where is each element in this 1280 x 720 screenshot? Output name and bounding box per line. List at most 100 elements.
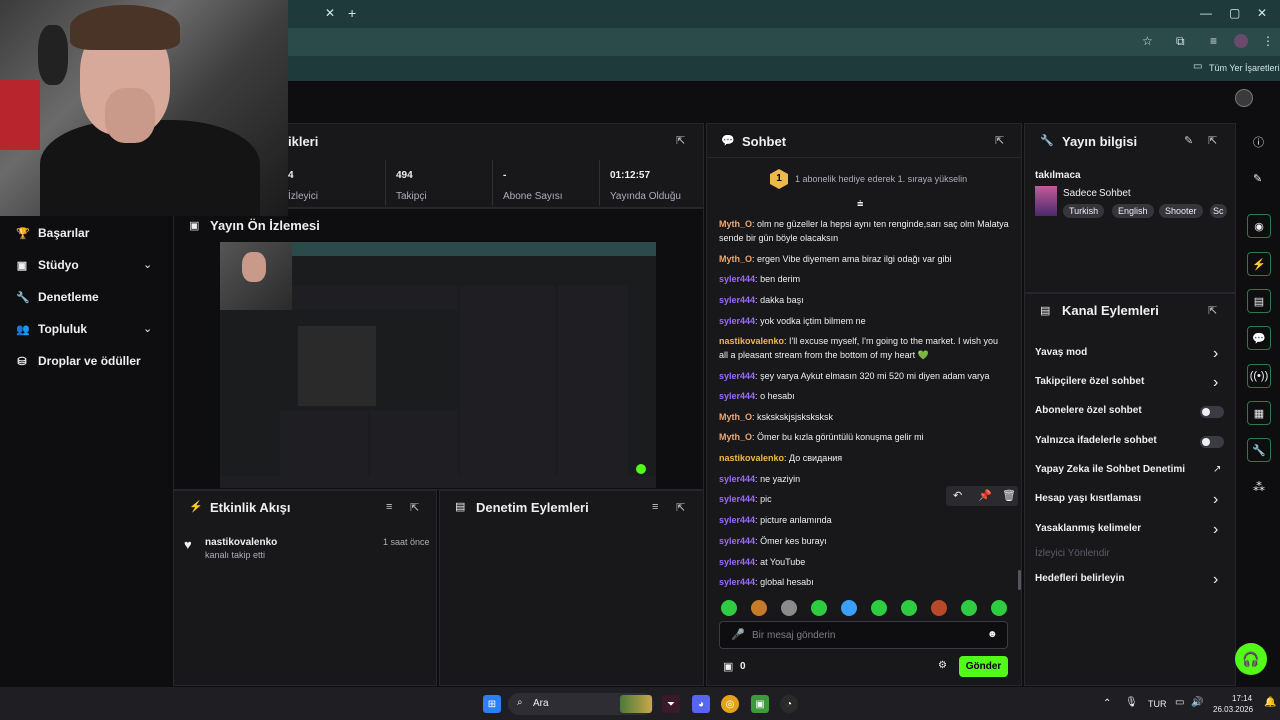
emote-icon[interactable] [991,600,1007,616]
chevron-right-icon[interactable]: › [1213,491,1218,509]
emoji-icon[interactable]: ☻ [987,629,998,640]
close-tab-icon[interactable]: ✕ [325,6,335,20]
chat-message[interactable]: syler444: o hesabı [719,389,1009,403]
channel-action-row[interactable]: Hedefleri belirleyin [1035,573,1225,584]
popout-icon[interactable]: ⇱ [676,501,685,514]
chat-message[interactable]: syler444: şey varya Aykut elmasın 320 mi… [719,369,1009,383]
channel-action-row[interactable]: Hesap yaşı kısıtlaması [1035,493,1225,504]
popout-icon[interactable]: ⇱ [1208,304,1217,317]
maximize-icon[interactable]: ▢ [1229,6,1240,20]
rail-camera-button[interactable]: ◉ [1247,214,1271,238]
popout-icon[interactable]: ⇱ [410,501,419,514]
chat-username[interactable]: syler444 [719,577,755,587]
rail-lightning-button[interactable]: ⚡ [1247,252,1271,276]
chat-scrollbar[interactable] [1018,570,1021,590]
activity-user[interactable]: nastikovalenko [205,537,277,548]
chat-username[interactable]: syler444 [719,557,755,567]
chat-username[interactable]: Myth_O [719,219,752,229]
chat-username[interactable]: Myth_O [719,254,752,264]
chat-message[interactable]: syler444: ben derim [719,272,1009,286]
chat-username[interactable]: syler444 [719,274,755,284]
emote-icon[interactable] [841,600,857,616]
chat-username[interactable]: nastikovalenko [719,453,784,463]
emote-icon[interactable] [901,600,917,616]
chat-message[interactable]: syler444: Ömer kes burayı [719,534,1009,548]
info-icon[interactable]: ⓘ [1253,134,1264,150]
chat-username[interactable]: syler444 [719,515,755,525]
microphone-icon[interactable]: 🎤 [731,628,745,641]
chevron-up-icon[interactable]: ⌃ [1103,698,1111,709]
channel-action-row[interactable]: Yalnızca ifadelerle sohbet [1035,435,1225,446]
toggle-switch[interactable] [1200,406,1224,418]
category-name[interactable]: Sohbet [1099,188,1131,199]
points-chest-icon[interactable]: ▣ [723,660,733,673]
chevron-down-icon[interactable]: ⌄ [143,258,152,271]
channel-action-row[interactable]: Yavaş mod [1035,347,1225,358]
chat-username[interactable]: syler444 [719,295,755,305]
menu-icon[interactable]: ⋮ [1262,34,1274,48]
volume-icon[interactable]: 🔊 [1191,697,1203,708]
chat-message[interactable]: Myth_O: kskskskjsjsksksksk [719,410,1009,424]
edit-icon[interactable]: ✎ [1184,134,1193,147]
new-tab-icon[interactable]: + [348,5,356,21]
microphone-icon[interactable]: 🎙 [1125,697,1138,708]
chat-username[interactable]: syler444 [719,536,755,546]
popout-icon[interactable]: ⇱ [995,134,1004,147]
chrome-icon[interactable]: ◎ [721,695,739,713]
nav-item-community[interactable]: 👥 Topluluk [16,322,87,336]
extensions-icon[interactable]: ⧉ [1176,34,1185,49]
chat-message[interactable]: syler444: dakka başı [719,293,1009,307]
chat-username[interactable]: syler444 [719,474,755,484]
pencil-icon[interactable]: ✎ [1253,172,1262,185]
chat-username[interactable]: syler444 [719,371,755,381]
channel-action-row[interactable]: Takipçilere özel sohbet [1035,376,1225,387]
stream-preview-video[interactable] [220,242,656,488]
channel-action-row[interactable]: Abonelere özel sohbet [1035,405,1225,416]
profile-avatar[interactable] [1234,34,1248,48]
rail-chat-button[interactable]: 💬 [1247,326,1271,350]
widgets-icon[interactable]: ⁂ [1253,480,1265,494]
tag-shooter[interactable]: Shooter [1159,204,1203,218]
emote-icon[interactable] [751,600,767,616]
chevron-right-icon[interactable]: › [1213,571,1218,589]
all-bookmarks-link[interactable]: Tüm Yer İşaretleri [1209,63,1280,73]
toggle-switch[interactable] [1200,436,1224,448]
filter-icon[interactable]: ≡ [386,501,392,513]
chevron-right-icon[interactable]: › [1213,374,1218,392]
chat-username[interactable]: syler444 [719,316,755,326]
chevron-right-icon[interactable]: › [1213,345,1218,363]
category-thumbnail[interactable] [1035,186,1057,216]
emote-icon[interactable] [871,600,887,616]
rail-broadcast-button[interactable]: ((•)) [1247,364,1271,388]
channel-action-row[interactable]: Yapay Zeka ile Sohbet Denetimi [1035,464,1225,475]
emote-icon[interactable] [931,600,947,616]
chat-message[interactable]: Myth_O: ergen Vibe diyemem ama biraz ilg… [719,252,1009,266]
chat-message[interactable]: nastikovalenko: I'll excuse myself, I'm … [719,334,1009,362]
chat-username[interactable]: Myth_O [719,432,752,442]
pin-icon[interactable]: 📌 [978,489,992,502]
chat-message[interactable]: nastikovalenko: До свидания [719,451,1009,465]
app-icon[interactable]: ◔ [780,695,798,713]
chat-username[interactable]: syler444 [719,494,755,504]
chat-message[interactable]: syler444: picture anlamında [719,513,1009,527]
tag-english[interactable]: English [1112,204,1154,218]
nav-item-moderation[interactable]: 🔧 Denetleme [16,290,99,304]
chevron-down-icon[interactable]: ⌄ [143,322,152,335]
send-button[interactable]: Gönder [959,656,1008,677]
chevron-right-icon[interactable]: › [1213,521,1218,539]
nav-item-achievements[interactable]: 🏆 Başarılar [16,226,89,240]
tag-turkish[interactable]: Turkish [1063,204,1105,218]
app-icon[interactable]: ⏷ [662,695,680,713]
reply-icon[interactable]: ↶ [953,489,962,502]
emote-icon[interactable] [721,600,737,616]
channel-action-row[interactable]: Yasaklanmış kelimeler [1035,523,1225,534]
tag-partial[interactable]: Sc [1210,204,1227,218]
discord-icon[interactable]: ◕ [692,695,710,713]
chat-message[interactable]: syler444: at YouTube [719,555,1009,569]
emote-icon[interactable] [961,600,977,616]
external-link-icon[interactable]: ↗ [1213,464,1221,475]
start-icon[interactable]: ⊞ [483,695,501,713]
chat-message[interactable]: syler444: yok vodka içtim bilmem ne [719,314,1009,328]
media-icon[interactable]: ≡ [1210,34,1217,48]
emote-icon[interactable] [781,600,797,616]
